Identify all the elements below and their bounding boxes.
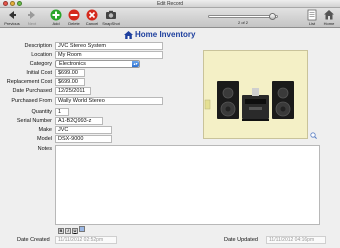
date-updated-label: Date Updated bbox=[224, 237, 258, 243]
location-field[interactable]: My Room bbox=[55, 51, 163, 59]
serial-number-label: Serial Number bbox=[16, 118, 52, 124]
cancel-icon bbox=[86, 9, 98, 21]
initial-cost-label: Initial Cost bbox=[26, 70, 52, 76]
category-select[interactable]: Electronics ▴▾ bbox=[55, 60, 140, 68]
date-created-field: 11/11/2012 02:52pm bbox=[55, 236, 117, 244]
record-form: Home Inventory Description JVC Stereo Sy… bbox=[0, 28, 340, 248]
make-label: Make bbox=[38, 127, 52, 133]
delete-button[interactable]: Delete bbox=[64, 9, 84, 26]
make-field[interactable]: JVC bbox=[55, 126, 112, 134]
toolbar: Previous Next Add Delete Cancel SnapShot… bbox=[0, 8, 340, 28]
plus-icon bbox=[50, 9, 62, 21]
category-label: Category bbox=[29, 61, 52, 67]
model-field[interactable]: DSX-9000 bbox=[55, 135, 112, 143]
slider-thumb[interactable] bbox=[269, 13, 276, 20]
minus-icon bbox=[68, 9, 80, 21]
slider-track bbox=[208, 15, 278, 18]
location-label: Location bbox=[31, 52, 52, 58]
arrow-left-icon bbox=[9, 11, 16, 19]
replacement-cost-field[interactable]: $699.00 bbox=[55, 78, 85, 86]
record-count: 2 of 2 bbox=[237, 20, 248, 25]
notes-format-bar: BIU bbox=[58, 226, 86, 234]
app-header: Home Inventory bbox=[120, 30, 250, 40]
select-arrows-icon: ▴▾ bbox=[132, 61, 139, 67]
notes-field[interactable] bbox=[55, 145, 320, 225]
date-updated-field: 11/11/2012 04:16pm bbox=[266, 236, 326, 244]
date-purchased-label: Date Purchased bbox=[12, 88, 52, 94]
list-icon bbox=[307, 9, 317, 21]
home-label: Home bbox=[323, 21, 335, 26]
serial-number-field[interactable]: A1-B2Q993-z bbox=[55, 117, 103, 125]
date-purchased-field[interactable]: 12/25/2011 bbox=[55, 87, 91, 95]
delete-label: Delete bbox=[68, 21, 80, 26]
cancel-label: Cancel bbox=[85, 21, 99, 26]
purchased-from-label: Purchased From bbox=[11, 98, 52, 104]
model-label: Model bbox=[37, 136, 52, 142]
cancel-button[interactable]: Cancel bbox=[82, 9, 102, 26]
category-value: Electronics bbox=[59, 61, 86, 67]
item-photo[interactable] bbox=[203, 50, 308, 139]
magnify-icon[interactable] bbox=[310, 132, 317, 139]
home-button[interactable]: Home bbox=[319, 9, 339, 26]
window-title: Edit Record bbox=[156, 1, 184, 7]
quantity-label: Quantity bbox=[31, 109, 52, 115]
color-swatch-icon[interactable] bbox=[79, 226, 85, 232]
replacement-cost-label: Replacement Cost bbox=[6, 79, 52, 85]
add-button[interactable]: Add bbox=[46, 9, 66, 26]
italic-button[interactable]: I bbox=[65, 228, 71, 234]
title-bar: Edit Record bbox=[0, 0, 340, 8]
underline-button[interactable]: U bbox=[72, 228, 78, 234]
purchased-from-field[interactable]: Wally World Stereo bbox=[55, 97, 163, 105]
stereo-image bbox=[204, 81, 294, 121]
next-button[interactable]: Next bbox=[22, 9, 42, 26]
initial-cost-field[interactable]: $699.00 bbox=[55, 69, 85, 77]
notes-label: Notes bbox=[37, 146, 52, 152]
page-title: Home Inventory bbox=[135, 30, 196, 39]
date-created-label: Date Created bbox=[17, 237, 50, 243]
add-label: Add bbox=[52, 21, 60, 26]
quantity-field[interactable]: 1 bbox=[55, 108, 69, 116]
previous-button[interactable]: Previous bbox=[2, 9, 22, 26]
description-label: Description bbox=[24, 43, 52, 49]
bold-button[interactable]: B bbox=[58, 228, 64, 234]
camera-icon bbox=[106, 10, 116, 19]
previous-label: Previous bbox=[4, 21, 20, 26]
arrow-right-icon bbox=[28, 11, 35, 19]
house-icon bbox=[124, 31, 133, 39]
description-field[interactable]: JVC Stereo System bbox=[55, 42, 163, 50]
snapshot-button[interactable]: SnapShot bbox=[101, 9, 121, 26]
home-icon bbox=[324, 10, 334, 20]
next-label: Next bbox=[27, 21, 37, 26]
record-slider[interactable]: 2 of 2 bbox=[208, 12, 278, 26]
snapshot-label: SnapShot bbox=[102, 21, 120, 26]
